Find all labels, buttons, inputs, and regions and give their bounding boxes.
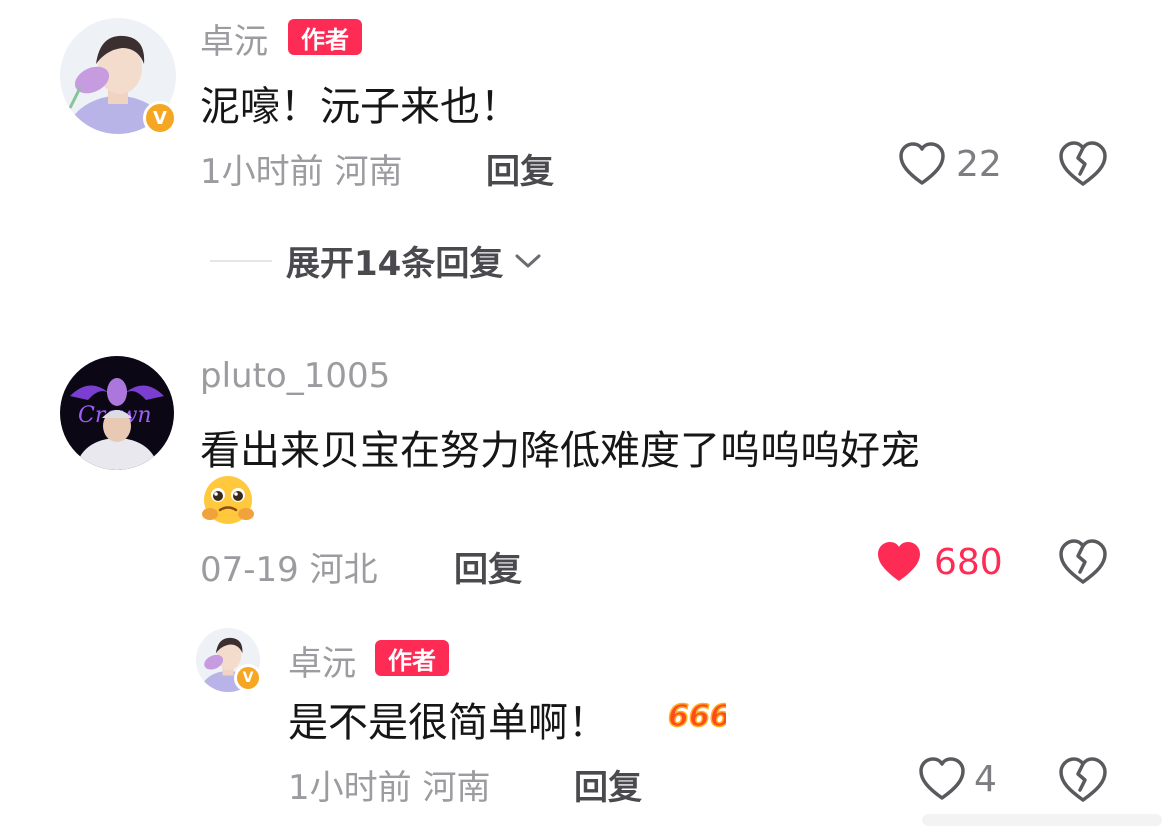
verified-badge-icon: V [143, 101, 177, 135]
author-tag: 作者 [375, 640, 449, 676]
comment-text: 看出来贝宝在努力降低难度了呜呜呜好宠 [200, 428, 920, 474]
comment-text: 泥嚎！沅子来也！ [200, 84, 520, 130]
watermark-image [922, 814, 1162, 826]
expand-replies-button[interactable]: 展开14条回复 [210, 236, 543, 285]
like-count: 4 [974, 758, 997, 800]
reply-button[interactable]: 回复 [486, 144, 554, 193]
username[interactable]: 卓沅 [200, 14, 268, 63]
avatar[interactable]: Crown [60, 356, 174, 470]
like-count: 22 [956, 143, 1002, 185]
svg-text:666: 666 [668, 699, 726, 734]
like-button[interactable]: 4 [918, 756, 997, 802]
dislike-broken-heart-icon[interactable] [1058, 140, 1108, 188]
chevron-down-icon [515, 254, 541, 267]
author-tag: 作者 [288, 19, 362, 55]
comment-text: 是不是很简单啊！ [288, 700, 608, 746]
comment-meta: 07-19 河北 [200, 550, 378, 590]
reply-button[interactable]: 回复 [454, 542, 522, 591]
dislike-broken-heart-icon[interactable] [1058, 538, 1108, 586]
expand-replies-label: 展开14条回复 [286, 244, 504, 284]
like-count: 680 [934, 541, 1003, 583]
divider-line [210, 259, 272, 262]
verified-badge-icon: V [234, 664, 262, 692]
comment-meta: 1小时前 河南 [200, 152, 403, 192]
heart-outline-icon [899, 142, 945, 185]
like-button[interactable]: 22 [898, 141, 1002, 187]
username[interactable]: 卓沅 [288, 636, 356, 685]
username[interactable]: pluto_1005 [200, 356, 390, 396]
666-sticker-icon: 666 [668, 698, 726, 734]
reply-button[interactable]: 回复 [574, 760, 642, 809]
like-button[interactable]: 680 [874, 539, 1003, 585]
dislike-broken-heart-icon[interactable] [1058, 756, 1108, 804]
comment-meta: 1小时前 河南 [288, 768, 491, 808]
heart-outline-icon [919, 757, 965, 800]
heart-filled-icon [878, 542, 920, 581]
pleading-face-emoji-icon [202, 476, 254, 524]
